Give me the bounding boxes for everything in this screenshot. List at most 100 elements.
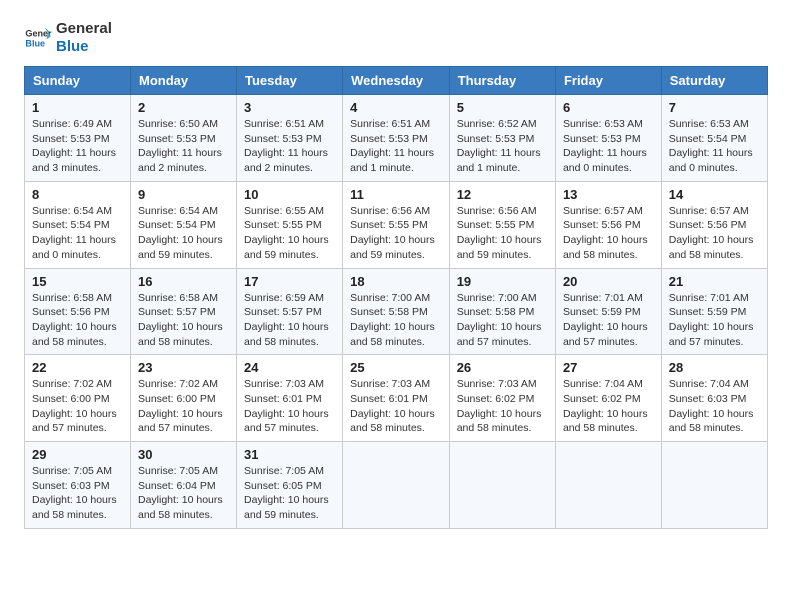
day-number: 13 (563, 187, 654, 202)
calendar-cell: 9 Sunrise: 6:54 AM Sunset: 5:54 PM Dayli… (130, 181, 236, 268)
logo: General Blue General Blue (24, 20, 112, 56)
calendar-cell: 28 Sunrise: 7:04 AM Sunset: 6:03 PM Dayl… (661, 355, 767, 442)
day-number: 2 (138, 100, 229, 115)
day-detail: Sunrise: 6:54 AM Sunset: 5:54 PM Dayligh… (138, 204, 229, 263)
day-number: 11 (350, 187, 442, 202)
calendar-cell: 4 Sunrise: 6:51 AM Sunset: 5:53 PM Dayli… (343, 95, 450, 182)
calendar-cell: 20 Sunrise: 7:01 AM Sunset: 5:59 PM Dayl… (555, 268, 661, 355)
calendar-cell: 16 Sunrise: 6:58 AM Sunset: 5:57 PM Dayl… (130, 268, 236, 355)
day-number: 18 (350, 274, 442, 289)
day-detail: Sunrise: 6:53 AM Sunset: 5:53 PM Dayligh… (563, 117, 654, 176)
day-number: 12 (457, 187, 548, 202)
calendar-cell: 19 Sunrise: 7:00 AM Sunset: 5:58 PM Dayl… (449, 268, 555, 355)
calendar-cell: 14 Sunrise: 6:57 AM Sunset: 5:56 PM Dayl… (661, 181, 767, 268)
calendar-cell: 21 Sunrise: 7:01 AM Sunset: 5:59 PM Dayl… (661, 268, 767, 355)
day-number: 1 (32, 100, 123, 115)
day-number: 25 (350, 360, 442, 375)
day-number: 26 (457, 360, 548, 375)
day-number: 21 (669, 274, 760, 289)
day-of-week-header: Monday (130, 67, 236, 95)
day-detail: Sunrise: 6:52 AM Sunset: 5:53 PM Dayligh… (457, 117, 548, 176)
day-number: 5 (457, 100, 548, 115)
calendar-cell: 1 Sunrise: 6:49 AM Sunset: 5:53 PM Dayli… (25, 95, 131, 182)
calendar-cell: 18 Sunrise: 7:00 AM Sunset: 5:58 PM Dayl… (343, 268, 450, 355)
day-number: 24 (244, 360, 335, 375)
calendar-cell: 17 Sunrise: 6:59 AM Sunset: 5:57 PM Dayl… (237, 268, 343, 355)
day-number: 19 (457, 274, 548, 289)
calendar-table: SundayMondayTuesdayWednesdayThursdayFrid… (24, 66, 768, 529)
calendar-week-row: 1 Sunrise: 6:49 AM Sunset: 5:53 PM Dayli… (25, 95, 768, 182)
day-number: 28 (669, 360, 760, 375)
calendar-header-row: SundayMondayTuesdayWednesdayThursdayFrid… (25, 67, 768, 95)
day-detail: Sunrise: 7:00 AM Sunset: 5:58 PM Dayligh… (350, 291, 442, 350)
calendar-cell: 30 Sunrise: 7:05 AM Sunset: 6:04 PM Dayl… (130, 442, 236, 529)
day-detail: Sunrise: 6:50 AM Sunset: 5:53 PM Dayligh… (138, 117, 229, 176)
day-detail: Sunrise: 7:04 AM Sunset: 6:02 PM Dayligh… (563, 377, 654, 436)
day-detail: Sunrise: 6:55 AM Sunset: 5:55 PM Dayligh… (244, 204, 335, 263)
day-number: 16 (138, 274, 229, 289)
day-of-week-header: Sunday (25, 67, 131, 95)
day-detail: Sunrise: 7:05 AM Sunset: 6:05 PM Dayligh… (244, 464, 335, 523)
calendar-cell: 6 Sunrise: 6:53 AM Sunset: 5:53 PM Dayli… (555, 95, 661, 182)
day-number: 22 (32, 360, 123, 375)
day-number: 27 (563, 360, 654, 375)
day-detail: Sunrise: 7:00 AM Sunset: 5:58 PM Dayligh… (457, 291, 548, 350)
day-detail: Sunrise: 6:56 AM Sunset: 5:55 PM Dayligh… (350, 204, 442, 263)
calendar-week-row: 15 Sunrise: 6:58 AM Sunset: 5:56 PM Dayl… (25, 268, 768, 355)
day-detail: Sunrise: 6:56 AM Sunset: 5:55 PM Dayligh… (457, 204, 548, 263)
day-number: 17 (244, 274, 335, 289)
day-number: 7 (669, 100, 760, 115)
day-detail: Sunrise: 6:59 AM Sunset: 5:57 PM Dayligh… (244, 291, 335, 350)
day-number: 6 (563, 100, 654, 115)
day-number: 31 (244, 447, 335, 462)
day-detail: Sunrise: 7:03 AM Sunset: 6:02 PM Dayligh… (457, 377, 548, 436)
day-detail: Sunrise: 6:58 AM Sunset: 5:57 PM Dayligh… (138, 291, 229, 350)
day-detail: Sunrise: 6:53 AM Sunset: 5:54 PM Dayligh… (669, 117, 760, 176)
day-detail: Sunrise: 7:03 AM Sunset: 6:01 PM Dayligh… (244, 377, 335, 436)
calendar-cell (449, 442, 555, 529)
calendar-cell: 15 Sunrise: 6:58 AM Sunset: 5:56 PM Dayl… (25, 268, 131, 355)
day-detail: Sunrise: 6:49 AM Sunset: 5:53 PM Dayligh… (32, 117, 123, 176)
calendar-cell: 29 Sunrise: 7:05 AM Sunset: 6:03 PM Dayl… (25, 442, 131, 529)
calendar-cell: 10 Sunrise: 6:55 AM Sunset: 5:55 PM Dayl… (237, 181, 343, 268)
calendar-cell: 25 Sunrise: 7:03 AM Sunset: 6:01 PM Dayl… (343, 355, 450, 442)
calendar-cell: 24 Sunrise: 7:03 AM Sunset: 6:01 PM Dayl… (237, 355, 343, 442)
calendar-cell: 31 Sunrise: 7:05 AM Sunset: 6:05 PM Dayl… (237, 442, 343, 529)
calendar-cell: 3 Sunrise: 6:51 AM Sunset: 5:53 PM Dayli… (237, 95, 343, 182)
calendar-week-row: 8 Sunrise: 6:54 AM Sunset: 5:54 PM Dayli… (25, 181, 768, 268)
calendar-cell: 8 Sunrise: 6:54 AM Sunset: 5:54 PM Dayli… (25, 181, 131, 268)
day-number: 14 (669, 187, 760, 202)
day-number: 3 (244, 100, 335, 115)
logo-icon: General Blue (24, 24, 52, 52)
calendar-cell (661, 442, 767, 529)
day-of-week-header: Tuesday (237, 67, 343, 95)
day-number: 10 (244, 187, 335, 202)
day-detail: Sunrise: 6:54 AM Sunset: 5:54 PM Dayligh… (32, 204, 123, 263)
day-number: 29 (32, 447, 123, 462)
page-header: General Blue General Blue (24, 20, 768, 56)
logo-text: General Blue (56, 20, 112, 56)
day-of-week-header: Thursday (449, 67, 555, 95)
calendar-week-row: 29 Sunrise: 7:05 AM Sunset: 6:03 PM Dayl… (25, 442, 768, 529)
day-number: 4 (350, 100, 442, 115)
day-number: 15 (32, 274, 123, 289)
day-detail: Sunrise: 7:01 AM Sunset: 5:59 PM Dayligh… (563, 291, 654, 350)
day-number: 9 (138, 187, 229, 202)
day-number: 30 (138, 447, 229, 462)
day-detail: Sunrise: 7:02 AM Sunset: 6:00 PM Dayligh… (32, 377, 123, 436)
day-detail: Sunrise: 6:57 AM Sunset: 5:56 PM Dayligh… (669, 204, 760, 263)
calendar-cell: 13 Sunrise: 6:57 AM Sunset: 5:56 PM Dayl… (555, 181, 661, 268)
calendar-week-row: 22 Sunrise: 7:02 AM Sunset: 6:00 PM Dayl… (25, 355, 768, 442)
calendar-cell: 23 Sunrise: 7:02 AM Sunset: 6:00 PM Dayl… (130, 355, 236, 442)
calendar-cell: 11 Sunrise: 6:56 AM Sunset: 5:55 PM Dayl… (343, 181, 450, 268)
calendar-cell: 22 Sunrise: 7:02 AM Sunset: 6:00 PM Dayl… (25, 355, 131, 442)
calendar-cell (555, 442, 661, 529)
day-of-week-header: Wednesday (343, 67, 450, 95)
calendar-cell: 12 Sunrise: 6:56 AM Sunset: 5:55 PM Dayl… (449, 181, 555, 268)
calendar-cell: 26 Sunrise: 7:03 AM Sunset: 6:02 PM Dayl… (449, 355, 555, 442)
day-detail: Sunrise: 6:51 AM Sunset: 5:53 PM Dayligh… (244, 117, 335, 176)
calendar-cell: 5 Sunrise: 6:52 AM Sunset: 5:53 PM Dayli… (449, 95, 555, 182)
day-detail: Sunrise: 7:05 AM Sunset: 6:04 PM Dayligh… (138, 464, 229, 523)
day-number: 8 (32, 187, 123, 202)
calendar-cell: 7 Sunrise: 6:53 AM Sunset: 5:54 PM Dayli… (661, 95, 767, 182)
